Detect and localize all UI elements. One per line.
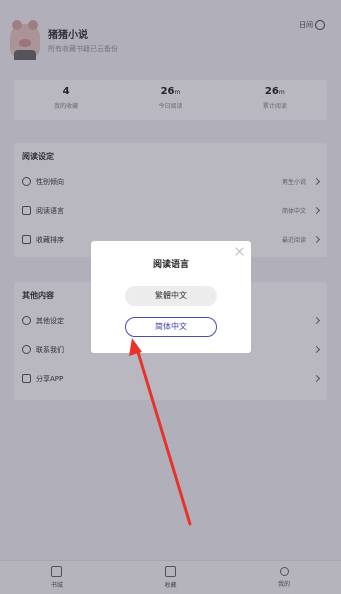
language-dialog: 阅读语言 繁體中文 简体中文: [91, 241, 251, 353]
option-traditional-chinese[interactable]: 繁體中文: [125, 286, 217, 306]
option-simplified-chinese[interactable]: 简体中文: [125, 317, 217, 337]
dialog-title: 阅读语言: [152, 260, 189, 270]
close-icon[interactable]: [235, 247, 244, 256]
